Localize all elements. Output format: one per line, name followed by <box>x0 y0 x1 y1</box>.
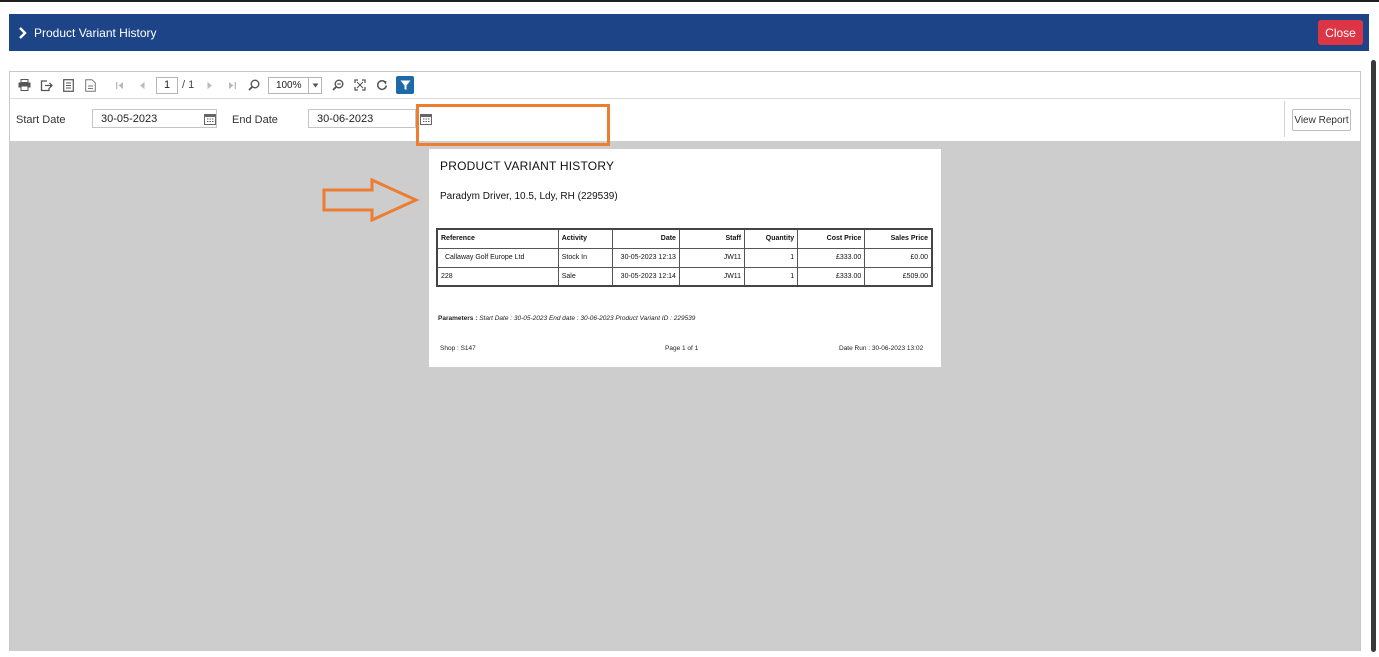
history-table: Reference Activity Date Staff Quantity C… <box>436 228 933 287</box>
filter-icon[interactable] <box>396 76 415 94</box>
col-sales-price: Sales Price <box>864 228 933 249</box>
export-icon[interactable] <box>38 77 54 93</box>
view-report-button[interactable]: View Report <box>1292 109 1351 131</box>
report-page: PRODUCT VARIANT HISTORY Paradym Driver, … <box>429 149 941 367</box>
start-date-value: 30-05-2023 <box>101 112 158 125</box>
col-date: Date <box>611 228 680 249</box>
divider <box>1284 101 1285 137</box>
col-activity: Activity <box>557 228 613 249</box>
cell-quantity: 1 <box>744 266 799 287</box>
first-page-icon[interactable] <box>112 77 128 93</box>
date-run-label: Date Run : 30-06-2023 13:02 <box>839 345 924 352</box>
cell-quantity: 1 <box>744 247 799 268</box>
fit-page-icon[interactable] <box>352 77 368 93</box>
print-icon[interactable] <box>16 77 32 93</box>
search-icon[interactable] <box>246 77 262 93</box>
parameters-label: Parameters : <box>438 315 478 322</box>
page-setup-icon[interactable] <box>82 77 98 93</box>
parameter-bar: Start Date 30-05-2023 End Date 30-06-202… <box>10 99 1360 141</box>
app-window: Product Variant History Close 1 / 1 100%… <box>0 0 1379 657</box>
report-viewer: 1 / 1 100% Start Date 30-05-2023 End Dat… <box>9 71 1361 651</box>
prev-page-icon[interactable] <box>134 77 150 93</box>
parameters-text: Start Date : 30-05-2023 End date : 30-06… <box>479 315 696 322</box>
cell-date: 30-05-2023 12:14 <box>611 266 680 287</box>
zoom-value: 100% <box>275 79 302 91</box>
annotation-arrow-icon <box>322 178 420 222</box>
chevron-right-icon <box>18 25 30 41</box>
product-name: Paradym Driver, 10.5, Ldy, RH (229539) <box>440 191 618 202</box>
calendar-icon[interactable] <box>204 112 217 125</box>
viewer-toolbar: 1 / 1 100% <box>10 72 1360 99</box>
dialog-title: Product Variant History <box>34 25 157 40</box>
cell-cost-price: £333.00 <box>797 266 866 287</box>
report-canvas[interactable]: PRODUCT VARIANT HISTORY Paradym Driver, … <box>10 141 1360 651</box>
col-cost-price: Cost Price <box>797 228 866 249</box>
cell-activity: Sale <box>557 266 613 287</box>
chevron-down-icon[interactable] <box>308 77 321 93</box>
close-button[interactable]: Close <box>1318 20 1363 45</box>
cell-sales-price: £0.00 <box>864 247 933 268</box>
end-date-field[interactable]: 30-06-2023 <box>308 109 416 128</box>
table-header-row: Reference Activity Date Staff Quantity C… <box>436 228 933 249</box>
cell-activity: Stock In <box>557 247 613 268</box>
zoom-select[interactable]: 100% <box>268 76 323 94</box>
cell-date: 30-05-2023 12:13 <box>611 247 680 268</box>
refresh-icon[interactable] <box>374 77 390 93</box>
cell-reference: 228 <box>436 266 559 287</box>
page-total: / 1 <box>182 79 195 91</box>
table-row: 228 Sale 30-05-2023 12:14 JW11 1 £333.00… <box>436 266 933 287</box>
document-map-icon[interactable] <box>60 77 76 93</box>
col-staff: Staff <box>678 228 746 249</box>
cell-cost-price: £333.00 <box>797 247 866 268</box>
cell-staff: JW11 <box>678 247 746 268</box>
col-quantity: Quantity <box>744 228 799 249</box>
end-date-value: 30-06-2023 <box>317 112 374 125</box>
report-title: PRODUCT VARIANT HISTORY <box>440 159 615 173</box>
dialog-header: Product Variant History Close <box>9 14 1369 51</box>
scrollbar[interactable] <box>1369 60 1377 652</box>
start-date-field[interactable]: 30-05-2023 <box>92 109 217 128</box>
annotation-highlight-box <box>416 104 610 146</box>
start-date-label: Start Date <box>16 114 66 126</box>
col-reference: Reference <box>436 228 559 249</box>
table-row: Callaway Golf Europe Ltd Stock In 30-05-… <box>436 247 933 268</box>
shop-label: Shop : S147 <box>440 345 476 352</box>
zoom-out-icon[interactable] <box>330 77 346 93</box>
page-indicator: Page 1 of 1 <box>665 345 699 352</box>
end-date-label: End Date <box>232 114 278 126</box>
cell-sales-price: £509.00 <box>864 266 933 287</box>
report-parameters: Parameters : Start Date : 30-05-2023 End… <box>438 315 695 322</box>
page-number-input[interactable]: 1 <box>156 76 178 94</box>
cell-reference: Callaway Golf Europe Ltd <box>436 247 559 268</box>
next-page-icon[interactable] <box>202 77 218 93</box>
scrollbar-thumb[interactable] <box>1371 60 1376 652</box>
last-page-icon[interactable] <box>224 77 240 93</box>
cell-staff: JW11 <box>678 266 746 287</box>
